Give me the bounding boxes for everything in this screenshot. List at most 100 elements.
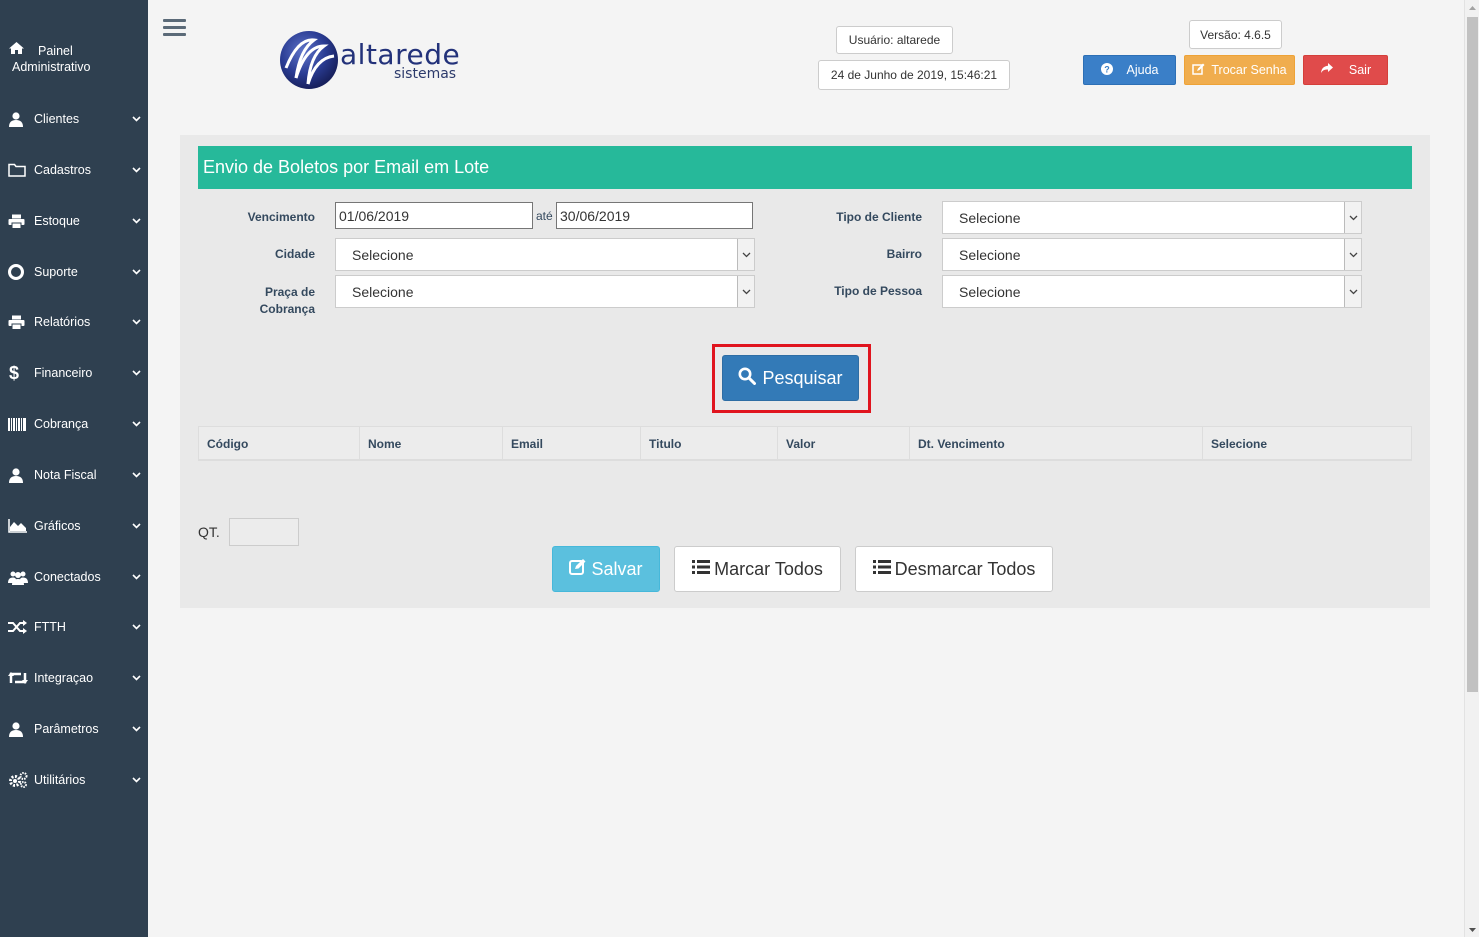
chevron-down-icon [124,571,148,583]
sidebar-item-label: Cobrança [34,417,89,431]
sidebar-item-label: Integraçao [34,671,94,685]
search-icon [738,367,757,390]
chevron-down-icon [1344,239,1361,270]
sidebar-item-graficos[interactable]: Gráficos [0,506,148,546]
area-chart-icon [8,518,30,534]
logout-button[interactable]: Sair [1303,55,1388,85]
deselect-all-button[interactable]: Desmarcar Todos [855,546,1053,592]
save-button[interactable]: Salvar [552,546,660,592]
praca-label: Praça de Cobrança [259,285,315,316]
question-circle-icon: ? [1100,62,1113,78]
col-valor[interactable]: Valor [778,427,910,460]
sidebar-item-parametros[interactable]: Parâmetros [0,709,148,749]
list-icon [692,559,711,580]
ate-label: até [536,209,553,223]
chevron-down-icon [1344,276,1361,307]
deselect-all-label: Desmarcar Todos [894,558,1036,579]
scrollbar[interactable] [1464,0,1479,937]
chevron-down-icon [124,418,148,430]
sidebar-item-cobranca[interactable]: Cobrança [0,404,148,444]
menu-toggle-icon[interactable] [163,19,186,39]
sidebar-item-relatorios[interactable]: Relatórios [0,302,148,342]
folder-icon [8,162,30,178]
user-icon [8,721,30,737]
sidebar-item-estoque[interactable]: Estoque [0,201,148,241]
edit-icon [569,558,587,580]
sidebar-item-financeiro[interactable]: $ Financeiro [0,353,148,393]
praca-select[interactable]: Selecione [335,275,755,308]
help-button[interactable]: ? Ajuda [1083,55,1176,85]
scroll-down-icon[interactable] [1465,922,1479,937]
tipo-pessoa-label: Tipo de Pessoa [834,284,922,298]
cogs-icon [8,772,30,788]
change-password-button[interactable]: Trocar Senha [1184,55,1295,85]
results-table-header: Código Nome Email Titulo Valor Dt. Venci… [198,426,1412,461]
chevron-down-icon [124,621,148,633]
sidebar-item-clientes[interactable]: Clientes [0,99,148,139]
chevron-down-icon [124,266,148,278]
col-titulo[interactable]: Titulo [641,427,778,460]
vencimento-to-input[interactable]: 30/06/2019 [556,202,753,229]
sidebar-item-label: Estoque [34,214,80,228]
logo-subtext: sistemas [394,66,457,82]
users-icon [8,569,30,585]
select-all-button[interactable]: Marcar Todos [674,546,841,592]
sidebar-item-nota-fiscal[interactable]: Nota Fiscal [0,455,148,495]
tipo-cliente-value: Selecione [959,209,1021,226]
edit-icon [1192,63,1205,78]
sidebar-item-ftth[interactable]: FTTH [0,607,148,647]
sidebar-item-suporte[interactable]: Suporte [0,252,148,292]
help-button-label: Ajuda [1126,63,1159,77]
scroll-up-icon[interactable] [1465,0,1479,15]
sidebar-item-conectados[interactable]: Conectados [0,557,148,597]
cidade-select[interactable]: Selecione [335,238,755,271]
sidebar-item-cadastros[interactable]: Cadastros [0,150,148,190]
sidebar-item-label: Financeiro [34,366,93,380]
col-nome[interactable]: Nome [360,427,503,460]
sidebar-item-painel[interactable]: Painel Administrativo [0,38,148,82]
version-badge: Versão: 4.6.5 [1189,20,1282,49]
sidebar-item-label: Conectados [34,570,101,584]
sidebar-item-utilitarios[interactable]: Utilitários [0,760,148,800]
tipo-pessoa-value: Selecione [959,283,1021,300]
col-codigo[interactable]: Código [199,427,360,460]
random-icon [8,619,30,635]
list-icon [872,559,891,580]
col-selecione[interactable]: Selecione [1203,427,1411,460]
vencimento-from-input[interactable]: 01/06/2019 [335,202,533,229]
sidebar-item-label: Suporte [34,265,78,279]
tipo-pessoa-select[interactable]: Selecione [942,275,1362,308]
sidebar-item-label: Nota Fiscal [34,468,97,482]
col-dt-vencimento[interactable]: Dt. Vencimento [910,427,1203,460]
select-all-label: Marcar Todos [714,558,823,579]
svg-text:?: ? [1104,64,1110,74]
scroll-thumb[interactable] [1467,17,1478,692]
user-icon [8,111,30,127]
save-button-label: Salvar [591,558,643,579]
change-password-label: Trocar Senha [1211,63,1287,77]
chevron-down-icon [1344,202,1361,233]
chevron-down-icon [124,316,148,328]
logo: altarede sistemas [278,28,468,92]
search-button[interactable]: Pesquisar [722,355,859,401]
sidebar-item-label: Parâmetros [34,722,99,736]
chevron-down-icon [124,164,148,176]
bairro-select[interactable]: Selecione [942,238,1362,271]
chevron-down-icon [124,723,148,735]
search-button-label: Pesquisar [762,367,843,388]
chevron-down-icon [124,672,148,684]
lifebuoy-icon [8,264,30,280]
bairro-label: Bairro [886,247,922,261]
sidebar-item-integracao[interactable]: Integraçao [0,658,148,698]
retweet-icon [8,670,30,686]
svg-text:$: $ [9,364,19,382]
qt-input[interactable] [229,518,299,546]
user-icon [8,467,30,483]
cidade-select-value: Selecione [352,246,414,263]
dollar-icon: $ [8,364,30,382]
user-badge: Usuário: altarede [836,26,953,54]
logout-label: Sair [1348,63,1372,77]
tipo-cliente-select[interactable]: Selecione [942,201,1362,234]
col-email[interactable]: Email [503,427,641,460]
chevron-down-icon [124,113,148,125]
